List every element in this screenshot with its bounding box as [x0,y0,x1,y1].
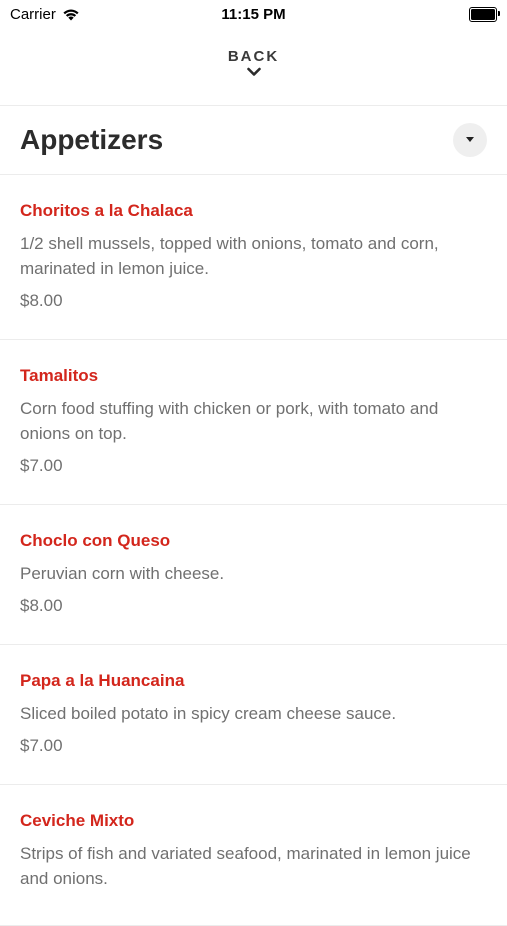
back-button[interactable]: BACK [0,28,507,106]
item-name: Choritos a la Chalaca [20,201,193,220]
menu-list: Choritos a la Chalaca 1/2 shell mussels,… [0,175,507,926]
item-price: $7.00 [20,456,63,475]
back-label: BACK [227,48,280,65]
item-description: Corn food stuffing with chicken or pork,… [20,399,439,443]
caret-down-icon [466,137,474,142]
menu-item[interactable]: Ceviche Mixto Strips of fish and variate… [0,785,507,926]
battery-icon [469,6,500,22]
item-description: Strips of fish and variated seafood, mar… [20,844,471,888]
item-name: Tamalitos [20,366,99,385]
status-time: 11:15 PM [221,5,286,23]
menu-item[interactable]: Choritos a la Chalaca 1/2 shell mussels,… [0,175,507,340]
item-price: $8.00 [20,291,63,310]
item-price: $8.00 [20,596,63,615]
section-title: Appetizers [20,124,164,155]
section-header: Appetizers [0,106,507,175]
menu-item[interactable]: Tamalitos Corn food stuffing with chicke… [0,340,507,505]
menu-item[interactable]: Papa a la Huancaina Sliced boiled potato… [0,645,507,785]
item-description: Sliced boiled potato in spicy cream chee… [20,704,397,723]
item-price: $7.00 [20,736,63,755]
item-description: 1/2 shell mussels, topped with onions, t… [20,234,439,278]
item-description: Peruvian corn with cheese. [20,564,225,583]
status-bar: Carrier 11:15 PM [0,0,507,28]
item-name: Ceviche Mixto [20,811,135,830]
item-name: Papa a la Huancaina [20,671,185,690]
chevron-down-icon [246,67,261,76]
menu-item[interactable]: Choclo con Queso Peruvian corn with chee… [0,505,507,645]
category-dropdown-button[interactable] [453,123,487,157]
item-name: Choclo con Queso [20,531,171,550]
